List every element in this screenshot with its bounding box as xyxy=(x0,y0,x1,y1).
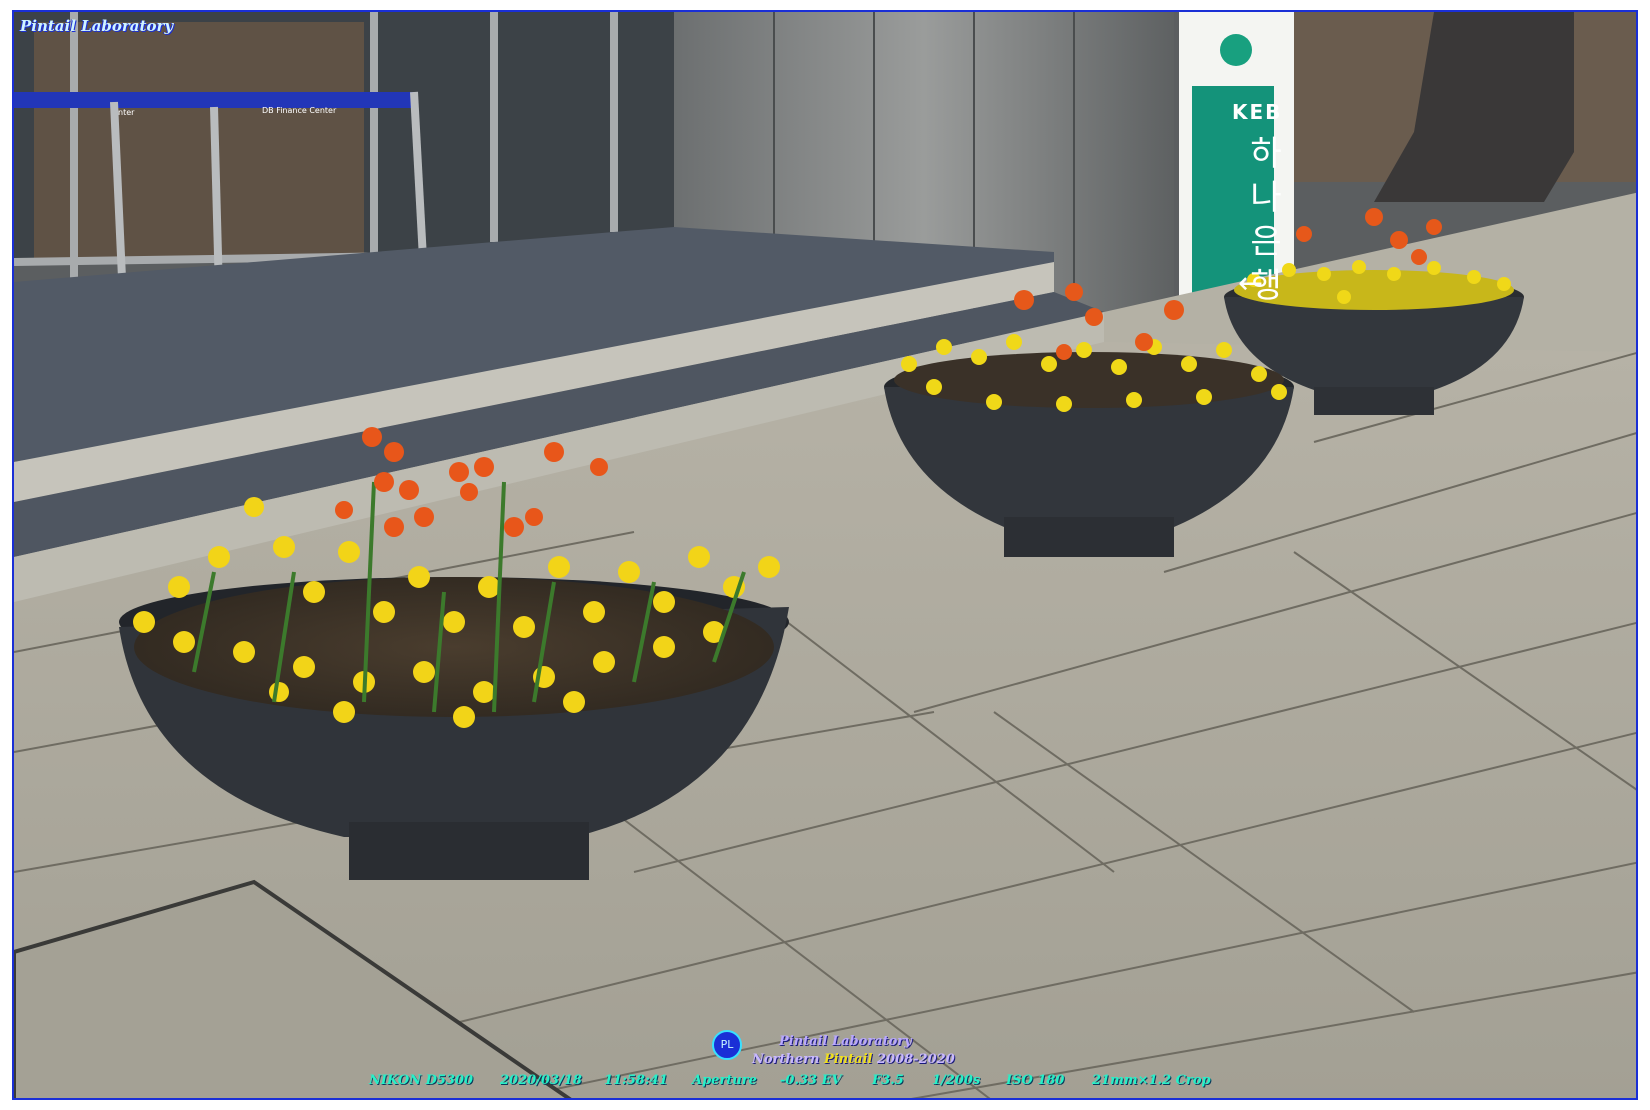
exif-lens: 21mm×1.2 Crop xyxy=(1092,1073,1211,1088)
exif-strip: NIKON D5300 2020/03/18 11:58:41 Aperture… xyxy=(14,1073,1636,1093)
photo-frame: nter DB Finance Center KEB 하 나 은 행 ← Pin… xyxy=(12,10,1638,1100)
exif-ev: -0.33 EV xyxy=(780,1073,842,1088)
exif-date: 2020/03/18 xyxy=(500,1073,582,1088)
queue-tape-label-left: nter xyxy=(118,108,135,117)
bank-sign-char: 은 xyxy=(1250,222,1282,262)
bank-sign-char: 나 xyxy=(1250,178,1282,218)
watermark-lab-name: Pintail Laboratory xyxy=(779,1034,912,1049)
exif-camera: NIKON D5300 xyxy=(369,1073,474,1088)
exif-shutter: 1/200s xyxy=(932,1073,981,1088)
watermark-years: 2008-2020 xyxy=(872,1052,955,1067)
queue-tape-label: DB Finance Center xyxy=(262,106,337,115)
door-interior xyxy=(34,22,364,262)
left-arrow-icon: ← xyxy=(1238,266,1264,301)
bank-sign-brand: KEB xyxy=(1232,100,1283,124)
pintail-logo-icon: PL xyxy=(712,1030,742,1060)
exif-mode: Aperture xyxy=(692,1073,757,1088)
exif-iso: ISO 180 xyxy=(1006,1073,1065,1088)
exif-fstop: F3.5 xyxy=(872,1073,904,1088)
bank-sign-char: 하 xyxy=(1250,134,1282,174)
queue-tape xyxy=(14,92,414,108)
watermark-pintail: Pintail xyxy=(823,1052,873,1067)
photo-scene xyxy=(14,12,1636,1098)
watermark-copyright: Northern Pintail 2008-2020 xyxy=(752,1052,955,1067)
watermark-top-left: Pintail Laboratory xyxy=(20,17,174,35)
bank-logo-mark xyxy=(1220,34,1252,66)
watermark-northern: Northern xyxy=(752,1052,824,1067)
exif-time: 11:58:41 xyxy=(604,1073,668,1088)
